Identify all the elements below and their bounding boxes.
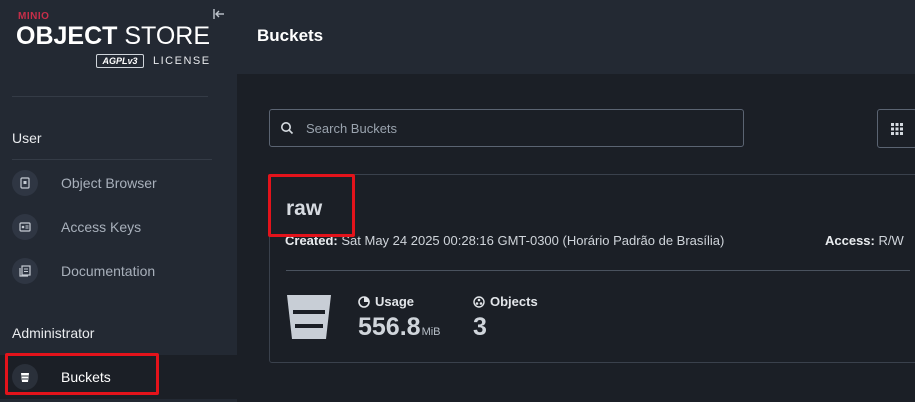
main-content: Buckets raw Created: Sat May 24 2025 00:… <box>237 0 915 402</box>
section-title-administrator: Administrator <box>12 325 95 341</box>
object-browser-icon <box>12 170 38 196</box>
search-box[interactable] <box>269 109 744 147</box>
section-divider <box>12 159 212 160</box>
search-input[interactable] <box>306 110 736 146</box>
created-label: Created: <box>285 233 338 248</box>
brand-title-rest: STORE <box>117 22 211 50</box>
access-label: Access: <box>825 233 875 248</box>
objects-label: Objects <box>490 294 538 309</box>
access-value: R/W <box>874 233 904 248</box>
sidebar-item-access-keys[interactable]: Access Keys <box>0 205 237 249</box>
bucket-card[interactable]: raw Created: Sat May 24 2025 00:28:16 GM… <box>269 174 915 363</box>
page-header: Buckets <box>237 0 915 74</box>
access-keys-icon <box>12 214 38 240</box>
bucket-created: Created: Sat May 24 2025 00:28:16 GMT-03… <box>285 233 724 248</box>
agpl-badge: AGPLv3 <box>96 54 144 68</box>
page-title: Buckets <box>257 26 324 45</box>
usage-value: 556.8 <box>358 313 421 341</box>
created-value: Sat May 24 2025 00:28:16 GMT-0300 (Horár… <box>337 233 725 248</box>
bucket-name[interactable]: raw <box>286 197 322 221</box>
documentation-icon <box>12 258 38 284</box>
brand-minio: MINIO <box>18 11 50 22</box>
sidebar: MINIO OBJECT STORE AGPLv3 LICENSE User O… <box>0 0 237 402</box>
sidebar-item-label: Buckets <box>61 369 111 385</box>
app-window: MINIO OBJECT STORE AGPLv3 LICENSE User O… <box>0 0 915 402</box>
bucket-large-icon <box>287 295 331 339</box>
minio-logo[interactable]: MINIO OBJECT STORE AGPLv3 LICENSE <box>16 10 216 72</box>
brand-title-bold: OBJECT <box>16 22 118 50</box>
usage-stat: Usage 556.8MiB <box>358 294 441 342</box>
bucket-access: Access: R/W <box>825 233 904 248</box>
brand-divider <box>12 96 208 97</box>
usage-label: Usage <box>375 294 415 309</box>
sidebar-item-label: Object Browser <box>61 175 157 191</box>
grid-icon <box>891 122 903 135</box>
bucket-icon <box>12 364 38 390</box>
search-icon <box>281 122 294 135</box>
brand-object-store: OBJECT STORE <box>16 22 210 51</box>
brand-license: LICENSE <box>153 55 211 67</box>
card-divider <box>286 270 910 271</box>
usage-unit: MiB <box>421 326 441 338</box>
sidebar-item-buckets[interactable]: Buckets <box>0 355 237 399</box>
objects-icon <box>473 295 485 308</box>
objects-stat: Objects 3 <box>473 294 538 342</box>
grid-view-button[interactable] <box>877 109 915 148</box>
sidebar-item-documentation[interactable]: Documentation <box>0 249 237 293</box>
section-title-user: User <box>12 130 42 146</box>
collapse-sidebar-icon[interactable] <box>212 7 226 21</box>
sidebar-item-label: Documentation <box>61 263 156 279</box>
sidebar-item-label: Access Keys <box>61 219 142 235</box>
objects-value: 3 <box>473 313 487 341</box>
pie-chart-icon <box>358 295 370 308</box>
sidebar-item-object-browser[interactable]: Object Browser <box>0 161 237 205</box>
